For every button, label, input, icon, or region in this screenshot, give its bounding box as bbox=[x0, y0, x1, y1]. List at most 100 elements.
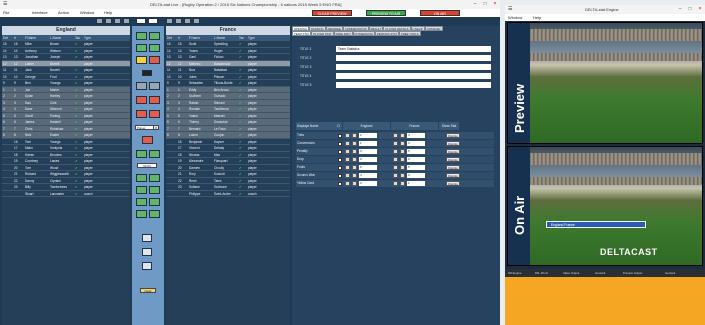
check-icon[interactable]: ✔ bbox=[238, 54, 247, 60]
check-icon[interactable]: ✔ bbox=[238, 178, 247, 184]
minimize-icon[interactable]: – bbox=[470, 1, 480, 8]
stat-checkbox[interactable] bbox=[338, 149, 342, 154]
check-icon[interactable]: ✔ bbox=[74, 106, 83, 112]
stat-france-value[interactable]: 4 bbox=[407, 133, 425, 138]
check-icon[interactable]: ✔ bbox=[238, 87, 247, 93]
stat-france-value[interactable]: 3 bbox=[407, 141, 425, 146]
toggle-icon[interactable] bbox=[136, 18, 146, 24]
time-stepper[interactable]: 00:00 bbox=[137, 163, 157, 168]
remove-icon[interactable] bbox=[136, 110, 147, 118]
stepper-icon[interactable] bbox=[393, 141, 398, 146]
graphics-tab[interactable]: FREE INFO bbox=[333, 31, 353, 36]
toolbar-icon[interactable] bbox=[193, 18, 200, 24]
stat-france-value[interactable]: 0 bbox=[407, 157, 425, 162]
check-icon[interactable]: ✔ bbox=[238, 119, 247, 125]
player-action-icon[interactable] bbox=[149, 44, 160, 52]
remove-icon[interactable] bbox=[136, 96, 147, 104]
title-input[interactable] bbox=[336, 55, 491, 61]
check-icon[interactable]: ✔ bbox=[74, 74, 83, 80]
maximize-icon[interactable]: □ bbox=[685, 6, 695, 13]
toolbar-icon[interactable] bbox=[175, 18, 182, 24]
menu-action[interactable]: Action bbox=[58, 10, 69, 15]
check-icon[interactable]: ✔ bbox=[238, 93, 247, 99]
stepper-icon[interactable] bbox=[400, 157, 405, 162]
swap-icon[interactable] bbox=[136, 82, 147, 90]
check-icon[interactable]: ✔ bbox=[238, 61, 247, 67]
graphics-tab[interactable]: PERIODS STAT bbox=[374, 31, 399, 36]
player-action-icon[interactable] bbox=[149, 210, 160, 218]
check-icon[interactable]: ✔ bbox=[238, 165, 247, 171]
toolbar-icon[interactable] bbox=[166, 18, 173, 24]
stat-france-value[interactable]: 5 bbox=[407, 149, 425, 154]
toolbar-icon[interactable] bbox=[114, 18, 121, 24]
stepper-icon[interactable] bbox=[400, 133, 405, 138]
check-icon[interactable]: ✔ bbox=[74, 80, 83, 86]
check-icon[interactable]: ✔ bbox=[74, 93, 83, 99]
stat-checkbox[interactable] bbox=[338, 173, 342, 178]
check-icon[interactable]: ✔ bbox=[74, 139, 83, 145]
player-action-icon[interactable] bbox=[136, 210, 147, 218]
player-action-icon[interactable] bbox=[136, 150, 147, 158]
roster-row[interactable]: Stuart Lancaster ✔ coach bbox=[2, 191, 130, 197]
yellow-card-icon[interactable] bbox=[136, 56, 147, 64]
stat-checkbox[interactable] bbox=[338, 141, 342, 146]
stepper-icon[interactable] bbox=[393, 149, 398, 154]
stat-france-value[interactable]: 1 bbox=[407, 181, 425, 186]
display-button[interactable]: Display bbox=[446, 133, 460, 138]
display-button[interactable]: Display bbox=[446, 157, 460, 162]
menu-window[interactable]: Window bbox=[508, 15, 522, 20]
player-action-icon[interactable] bbox=[149, 150, 160, 158]
graphics-tab[interactable]: PLAYER STAT bbox=[311, 31, 334, 36]
graphics-tab[interactable]: FREE TOOLS bbox=[399, 31, 421, 36]
toolbar-icon[interactable] bbox=[96, 18, 103, 24]
graphics-tab[interactable]: TEAM STAT bbox=[292, 31, 312, 36]
roster-row[interactable]: Philippe Saint-Andre ✔ coach bbox=[166, 191, 290, 197]
title-input[interactable] bbox=[336, 82, 491, 88]
stepper-icon[interactable] bbox=[400, 181, 405, 186]
graphics-tab[interactable]: CRAWLER bbox=[424, 26, 443, 31]
stat-checkbox[interactable] bbox=[338, 165, 342, 170]
monitor-icon[interactable] bbox=[142, 234, 152, 242]
check-icon[interactable]: ✔ bbox=[238, 191, 247, 197]
check-icon[interactable]: ✔ bbox=[74, 158, 83, 164]
check-icon[interactable]: ✔ bbox=[74, 61, 83, 67]
player-action-icon[interactable] bbox=[136, 32, 147, 40]
check-icon[interactable]: ✔ bbox=[74, 145, 83, 151]
player-action-icon[interactable] bbox=[136, 174, 147, 182]
stepper-icon[interactable] bbox=[393, 157, 398, 162]
check-icon[interactable]: ✔ bbox=[238, 139, 247, 145]
player-action-icon[interactable] bbox=[149, 186, 160, 194]
check-icon[interactable]: ✔ bbox=[74, 178, 83, 184]
minimize-icon[interactable]: – bbox=[675, 6, 685, 13]
stat-england-value[interactable]: 6 bbox=[359, 165, 377, 170]
stepper-icon[interactable] bbox=[352, 133, 357, 138]
stepper-icon[interactable] bbox=[352, 149, 357, 154]
check-icon[interactable]: ✔ bbox=[74, 54, 83, 60]
player-action-icon[interactable] bbox=[136, 44, 147, 52]
stepper-icon[interactable] bbox=[345, 157, 350, 162]
menu-window[interactable]: Window bbox=[80, 10, 94, 15]
check-icon[interactable]: ✔ bbox=[238, 106, 247, 112]
stat-france-value[interactable]: 3 bbox=[407, 173, 425, 178]
stat-checkbox[interactable] bbox=[338, 157, 342, 162]
substitution-icon[interactable] bbox=[142, 70, 152, 76]
display-button[interactable]: Display bbox=[446, 149, 460, 154]
toolbar-icon[interactable] bbox=[105, 18, 112, 24]
menu-file[interactable]: File bbox=[3, 10, 9, 15]
check-icon[interactable]: ✔ bbox=[238, 145, 247, 151]
chevron-down-icon[interactable]: ▾ bbox=[153, 125, 159, 130]
stat-checkbox[interactable] bbox=[338, 133, 342, 138]
check-icon[interactable]: ✔ bbox=[238, 126, 247, 132]
clear-preview-button[interactable]: CLEAR PREVIEW bbox=[312, 10, 352, 16]
check-icon[interactable]: ✔ bbox=[74, 119, 83, 125]
remove-icon[interactable] bbox=[142, 136, 153, 144]
toggle-icon[interactable] bbox=[148, 18, 158, 24]
menu-help[interactable]: Help bbox=[104, 10, 112, 15]
remove-icon[interactable] bbox=[149, 96, 160, 104]
menu-app-icon[interactable]: ☰ bbox=[508, 6, 512, 12]
check-icon[interactable]: ✔ bbox=[238, 74, 247, 80]
stepper-icon[interactable] bbox=[352, 173, 357, 178]
check-icon[interactable]: ✔ bbox=[74, 184, 83, 190]
stepper-icon[interactable] bbox=[345, 133, 350, 138]
stepper-icon[interactable] bbox=[400, 173, 405, 178]
